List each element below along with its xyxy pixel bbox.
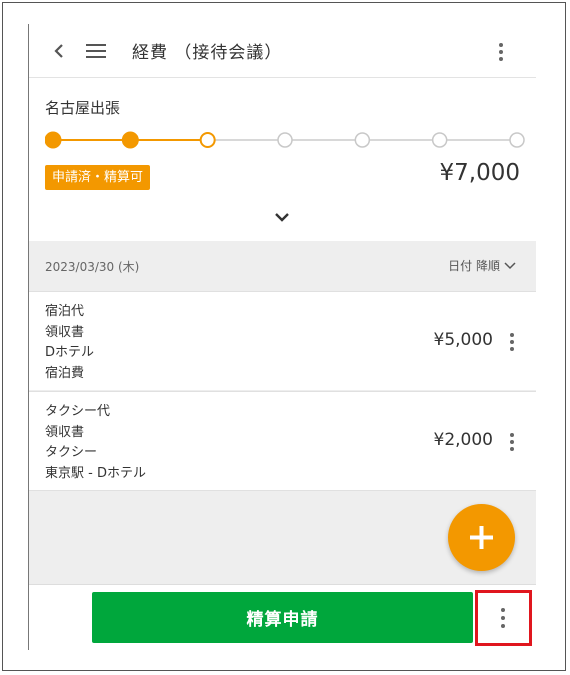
sort-label: 日付 降順 bbox=[448, 259, 500, 273]
item-category: タクシー代 bbox=[45, 404, 111, 419]
item-detail: 東京駅 - Dホテル bbox=[45, 465, 146, 481]
sort-button[interactable]: 日付 降順 bbox=[448, 257, 516, 274]
chevron-down-icon[interactable] bbox=[273, 210, 291, 224]
chevron-down-icon bbox=[504, 261, 516, 269]
date-label: 2023/03/30 (木) bbox=[45, 260, 140, 274]
item-detail: 宿泊費 bbox=[45, 365, 85, 381]
item-receipt-type: 領収書 bbox=[45, 324, 85, 340]
date-group-header: 2023/03/30 (木) 日付 降順 bbox=[29, 241, 536, 291]
trip-name: 名古屋出張 bbox=[45, 99, 121, 117]
submit-settlement-button[interactable]: 精算申請 bbox=[92, 592, 473, 643]
footer-more-button[interactable] bbox=[475, 590, 532, 646]
stepper-step bbox=[277, 132, 293, 148]
list-item[interactable]: 宿泊代 領収書 Dホテル 宿泊費 ¥5,000 bbox=[29, 291, 536, 390]
list-item[interactable]: タクシー代 領収書 タクシー 東京駅 - Dホテル ¥2,000 bbox=[29, 391, 536, 491]
vertical-dots-icon[interactable] bbox=[508, 331, 516, 353]
stepper-step bbox=[45, 131, 62, 149]
stepper-step bbox=[509, 132, 525, 148]
add-expense-button[interactable] bbox=[448, 504, 515, 571]
vertical-dots-icon[interactable] bbox=[494, 40, 508, 64]
hamburger-menu-icon[interactable] bbox=[85, 41, 107, 61]
stepper-step bbox=[431, 132, 448, 148]
stepper-step bbox=[199, 132, 216, 148]
item-amount: ¥2,000 bbox=[433, 430, 493, 450]
expense-app: 経費 （接待会議） 名古屋出張 申請済・精算可 ¥7,000 2023/03/3… bbox=[29, 24, 536, 650]
item-vendor: タクシー bbox=[45, 445, 98, 460]
stepper-step bbox=[354, 132, 371, 148]
plus-icon bbox=[470, 526, 493, 549]
item-receipt-type: 領収書 bbox=[45, 424, 85, 440]
chevron-left-icon[interactable] bbox=[49, 40, 69, 62]
item-category: 宿泊代 bbox=[45, 304, 85, 319]
trip-total-amount: ¥7,000 bbox=[439, 160, 520, 186]
item-amount: ¥5,000 bbox=[433, 330, 493, 350]
stepper-step bbox=[121, 131, 139, 149]
item-vendor: Dホテル bbox=[45, 345, 95, 360]
vertical-dots-icon[interactable] bbox=[508, 431, 516, 453]
vertical-dots-icon bbox=[501, 608, 505, 628]
app-header: 経費 （接待会議） bbox=[29, 25, 536, 78]
status-badge: 申請済・精算可 bbox=[45, 165, 151, 190]
progress-stepper bbox=[45, 131, 525, 149]
footer-bar: 精算申請 bbox=[29, 584, 536, 650]
page-title: 経費 （接待会議） bbox=[132, 43, 283, 63]
